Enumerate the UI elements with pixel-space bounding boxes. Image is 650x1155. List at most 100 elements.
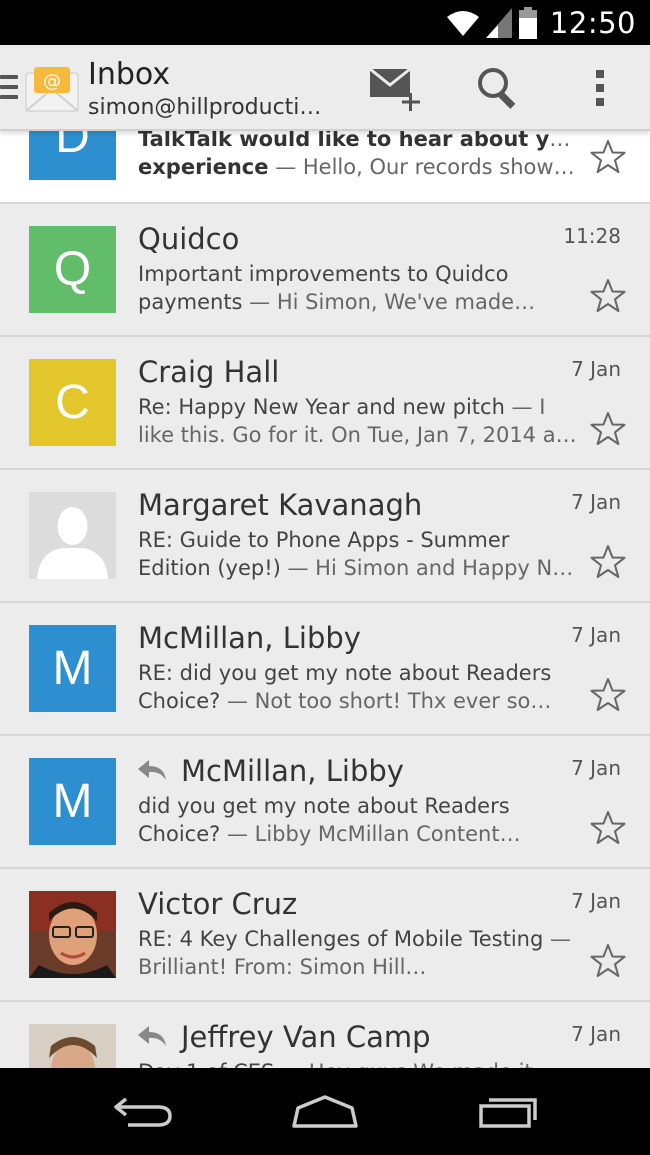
compose-mail-icon: [369, 67, 420, 111]
star-icon[interactable]: [590, 278, 626, 314]
email-subject: TalkTalk would like to hear about your: [138, 131, 578, 151]
avatar[interactable]: M: [29, 758, 116, 845]
email-preview: TalkTalk would like to hear about your e…: [138, 131, 578, 181]
email-subject: Choice?: [138, 822, 221, 846]
email-subject: experience: [138, 155, 269, 179]
avatar[interactable]: M: [29, 625, 116, 712]
svg-text:@: @: [43, 71, 61, 92]
action-bar: @ Inbox simon@hillproductions.com: [0, 45, 650, 131]
navigation-bar: [0, 1068, 650, 1155]
email-preview: RE: did you get my note about Readers Ch…: [138, 659, 578, 715]
avatar[interactable]: C: [29, 359, 116, 446]
email-subject: RE: did you get my note about Readers: [138, 661, 552, 685]
list-item[interactable]: Margaret Kavanagh 7 Jan RE: Guide to Pho…: [0, 470, 650, 603]
email-subject: RE: 4 Key Challenges of Mobile Testing: [138, 927, 544, 951]
email-snippet: — Hi Simon and Happy Ne…: [280, 556, 579, 580]
avatar-letter: D: [55, 131, 90, 163]
compose-button[interactable]: [366, 63, 422, 113]
email-snippet: — Hello, Our records show…: [268, 155, 575, 179]
signal-icon: [485, 8, 512, 38]
email-preview: RE: Guide to Phone Apps - Summer Edition…: [138, 526, 578, 582]
email-sender: Victor Cruz: [138, 887, 298, 921]
avatar[interactable]: D: [29, 131, 116, 180]
email-date: 7 Jan: [571, 490, 621, 514]
email-list[interactable]: D TalkTalk would like to hear about your…: [0, 131, 650, 1068]
page-title: Inbox: [88, 57, 171, 92]
avatar-letter: Q: [53, 243, 92, 296]
overflow-menu-button[interactable]: [572, 63, 628, 113]
email-subject: Edition (yep!): [138, 556, 281, 580]
battery-icon: [518, 7, 537, 39]
avatar-letter: C: [55, 376, 90, 429]
email-snippet: — Not too short! Thx ever so…: [220, 689, 552, 713]
email-snippet: —: [543, 927, 571, 951]
search-icon: [478, 68, 516, 109]
email-subject: RE: Guide to Phone Apps - Summer: [138, 528, 510, 552]
email-subject: payments: [138, 290, 243, 314]
email-subject: Choice?: [138, 689, 221, 713]
email-app-logo-icon[interactable]: @: [24, 65, 80, 113]
email-preview: Re: Happy New Year and new pitch — I lik…: [138, 393, 578, 449]
list-item[interactable]: M McMillan, Libby 7 Jan RE: did you get …: [0, 603, 650, 736]
default-contact-icon: [37, 507, 108, 579]
list-item[interactable]: D TalkTalk would like to hear about your…: [0, 131, 650, 204]
email-snippet: — Hi Simon, We've made…: [242, 290, 536, 314]
email-snippet: — Libby McMillan Content…: [220, 822, 521, 846]
email-date: 7 Jan: [571, 889, 621, 913]
email-snippet: Brilliant! From: Simon Hill…: [138, 955, 427, 979]
email-sender: McMillan, Libby: [138, 621, 361, 655]
list-item[interactable]: M McMillan, Libby 7 Jan did you get my n…: [0, 736, 650, 869]
reply-icon: [138, 1026, 166, 1046]
list-item[interactable]: Q Quidco 11:28 Important improvements to…: [0, 204, 650, 337]
recent-apps-button[interactable]: [468, 1090, 548, 1134]
email-snippet: like this. Go for it. On Tue, Jan 7, 201…: [138, 423, 578, 447]
email-preview: RE: 4 Key Challenges of Mobile Testing —…: [138, 925, 578, 981]
reply-icon: [138, 760, 166, 780]
star-icon[interactable]: [590, 943, 626, 979]
list-item[interactable]: C Craig Hall 7 Jan Re: Happy New Year an…: [0, 337, 650, 470]
drawer-indicator-icon[interactable]: [0, 75, 18, 103]
avatar[interactable]: [29, 891, 116, 978]
email-subject: Re: Happy New Year and new pitch: [138, 395, 505, 419]
recent-apps-icon: [479, 1098, 537, 1128]
star-icon[interactable]: [590, 411, 626, 447]
email-snippet: — Hey guys We made it: [274, 1060, 533, 1068]
email-sender: Craig Hall: [138, 355, 280, 389]
star-icon[interactable]: [590, 810, 626, 846]
email-date: 11:28: [563, 224, 621, 248]
email-date: 7 Jan: [571, 623, 621, 647]
email-sender: Jeffrey Van Camp: [181, 1020, 431, 1054]
email-preview: did you get my note about Readers Choice…: [138, 792, 578, 848]
avatar-letter: M: [52, 642, 93, 695]
avatar[interactable]: Q: [29, 226, 116, 313]
list-item[interactable]: Jeffrey Van Camp 7 Jan Day 1 of CES — He…: [0, 1002, 650, 1068]
email-date: 7 Jan: [571, 1022, 621, 1046]
email-date: 7 Jan: [571, 357, 621, 381]
email-date: 7 Jan: [571, 756, 621, 780]
email-preview: Important improvements to Quidco payment…: [138, 260, 578, 316]
email-sender: Quidco: [138, 222, 240, 256]
status-icons: 12:50: [446, 4, 636, 42]
email-preview: Day 1 of CES — Hey guys We made it: [138, 1058, 578, 1068]
email-subject: did you get my note about Readers: [138, 794, 510, 818]
search-button[interactable]: [470, 63, 526, 113]
avatar[interactable]: [29, 1024, 116, 1068]
email-subject: Day 1 of CES: [138, 1060, 274, 1068]
overflow-menu-icon: [596, 70, 604, 106]
avatar[interactable]: [29, 492, 116, 579]
contact-photo: [29, 891, 116, 978]
home-icon: [292, 1095, 358, 1128]
star-icon[interactable]: [590, 139, 626, 175]
status-bar: 12:50: [0, 0, 650, 45]
clock: 12:50: [549, 6, 636, 40]
list-item[interactable]: Victor Cruz 7 Jan RE: 4 Key Challenges o…: [0, 869, 650, 1002]
back-button[interactable]: [104, 1090, 184, 1134]
account-label[interactable]: simon@hillproductions.com: [88, 95, 328, 120]
home-button[interactable]: [285, 1090, 365, 1134]
email-sender: McMillan, Libby: [181, 754, 404, 788]
wifi-icon: [446, 11, 479, 36]
star-icon[interactable]: [590, 677, 626, 713]
star-icon[interactable]: [590, 544, 626, 580]
email-subject: Important improvements to Quidco: [138, 262, 509, 286]
email-snippet: — I: [504, 395, 546, 419]
